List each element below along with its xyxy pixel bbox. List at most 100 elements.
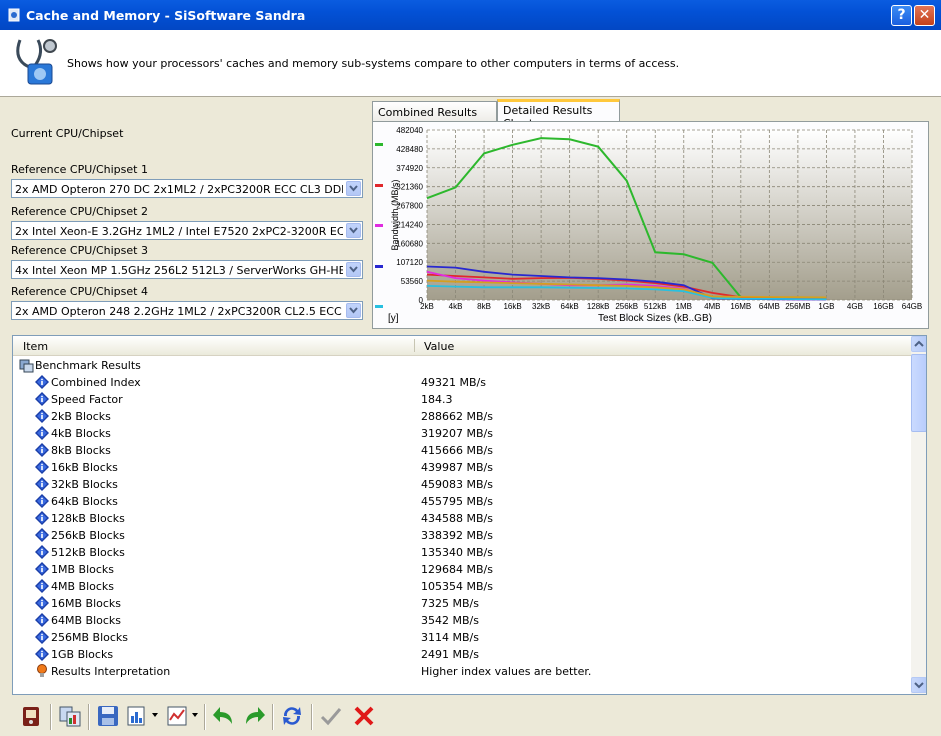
scroll-up-button[interactable]	[911, 336, 926, 352]
item-label: 256kB Blocks	[51, 529, 125, 542]
item-value: 49321 MB/s	[421, 376, 486, 389]
list-item[interactable]: 512kB Blocks 135340 MB/s	[13, 544, 911, 561]
column-separator[interactable]	[414, 339, 415, 352]
vertical-scrollbar[interactable]	[911, 336, 926, 694]
chevron-down-icon[interactable]	[346, 181, 361, 196]
list-item[interactable]: 64kB Blocks 455795 MB/s	[13, 493, 911, 510]
forward-icon[interactable]	[242, 704, 266, 728]
info-icon	[35, 375, 49, 389]
reference-1-label: Reference CPU/Chipset 1	[11, 163, 148, 176]
item-label: 8kB Blocks	[51, 444, 111, 457]
list-item[interactable]: 4MB Blocks 105354 MB/s	[13, 578, 911, 595]
list-item[interactable]: Speed Factor 184.3	[13, 391, 911, 408]
x-tick-label: 32kB	[532, 302, 550, 311]
x-tick-label: 64MB	[759, 302, 780, 311]
y-axis-label: Bandwidth (MB/s)	[390, 179, 400, 250]
x-tick-label: 256kB	[615, 302, 638, 311]
x-tick-label: 512kB	[644, 302, 667, 311]
info-icon	[35, 613, 49, 627]
list-item[interactable]: 256kB Blocks 338392 MB/s	[13, 527, 911, 544]
list-item[interactable]: 32kB Blocks 459083 MB/s	[13, 476, 911, 493]
list-item[interactable]: 1MB Blocks 129684 MB/s	[13, 561, 911, 578]
item-value: 105354 MB/s	[421, 580, 493, 593]
legend-swatch-3	[375, 224, 383, 227]
scroll-thumb[interactable]	[911, 354, 926, 432]
y-tick-label: 428480	[396, 145, 423, 154]
results-listview[interactable]: Item Value Benchmark Results Combined In…	[12, 335, 927, 695]
list-item[interactable]: 16MB Blocks 7325 MB/s	[13, 595, 911, 612]
interpretation-label: Results Interpretation	[51, 665, 171, 678]
help-button[interactable]: ?	[891, 5, 912, 26]
tab-combined-results[interactable]: Combined Results Chart	[372, 101, 497, 132]
item-value: 288662 MB/s	[421, 410, 493, 423]
item-label: 16kB Blocks	[51, 461, 118, 474]
close-button[interactable]: ✕	[914, 5, 935, 26]
report-icon[interactable]	[19, 704, 43, 728]
chevron-down-icon[interactable]	[192, 713, 198, 717]
toolbar-separator	[204, 704, 206, 730]
list-item[interactable]: 4kB Blocks 319207 MB/s	[13, 425, 911, 442]
chart-icon[interactable]	[126, 704, 150, 728]
toolbar-separator	[50, 704, 52, 730]
column-value[interactable]: Value	[424, 340, 454, 353]
legend-swatch-5	[375, 305, 383, 308]
list-item[interactable]: 64MB Blocks 3542 MB/s	[13, 612, 911, 629]
info-icon	[35, 545, 49, 559]
y-tick-labels: 482040 428480 374920 321360 267800 214240 1606…	[396, 126, 423, 305]
item-label: 1MB Blocks	[51, 563, 115, 576]
list-item[interactable]: Combined Index 49321 MB/s	[13, 374, 911, 391]
reference-1-select[interactable]: 2x AMD Opteron 270 DC 2x1ML2 / 2xPC3200R…	[11, 179, 363, 198]
info-icon	[35, 460, 49, 474]
item-value: 184.3	[421, 393, 453, 406]
list-item[interactable]: 128kB Blocks 434588 MB/s	[13, 510, 911, 527]
list-item[interactable]: 1GB Blocks 2491 MB/s	[13, 646, 911, 663]
item-value: 3114 MB/s	[421, 631, 479, 644]
info-icon	[35, 511, 49, 525]
reference-4-select[interactable]: 2x AMD Opteron 248 2.2GHz 1ML2 / 2xPC320…	[11, 301, 363, 320]
y-tick-label: 374920	[396, 164, 423, 173]
y-tick-label: 214240	[396, 220, 423, 229]
legend-swatch-1	[375, 143, 383, 146]
benchmark-results-icon	[19, 359, 34, 373]
x-tick-label: 4MB	[704, 302, 720, 311]
back-icon[interactable]	[212, 704, 236, 728]
list-item[interactable]: 256MB Blocks 3114 MB/s	[13, 629, 911, 646]
refresh-icon[interactable]	[280, 704, 304, 728]
item-label: 64kB Blocks	[51, 495, 118, 508]
interpretation-row[interactable]: Results Interpretation Higher index valu…	[13, 663, 911, 680]
detailed-results-chart: 482040 428480 374920 321360 267800 214240 1606…	[388, 126, 922, 324]
graph-icon[interactable]	[166, 704, 190, 728]
save-icon[interactable]	[96, 704, 120, 728]
column-item[interactable]: Item	[23, 340, 48, 353]
chevron-down-icon[interactable]	[346, 303, 361, 318]
item-value: 338392 MB/s	[421, 529, 493, 542]
group-row[interactable]: Benchmark Results	[13, 357, 911, 374]
list-item[interactable]: 2kB Blocks 288662 MB/s	[13, 408, 911, 425]
reference-2-select[interactable]: 2x Intel Xeon-E 3.2GHz 1ML2 / Intel E752…	[11, 221, 363, 240]
chevron-down-icon[interactable]	[346, 223, 361, 238]
x-tick-label: 16kB	[503, 302, 521, 311]
y-tick-label: 53560	[401, 277, 424, 286]
tab-detailed-results[interactable]: Detailed Results Chart	[497, 99, 620, 130]
item-value: 319207 MB/s	[421, 427, 493, 440]
toolbar-separator	[272, 704, 274, 730]
item-label: Combined Index	[51, 376, 141, 389]
compare-icon[interactable]	[58, 704, 82, 728]
header-description: Shows how your processors' caches and me…	[67, 57, 680, 70]
info-icon	[35, 409, 49, 423]
reference-3-select[interactable]: 4x Intel Xeon MP 1.5GHz 256L2 512L3 / Se…	[11, 260, 363, 279]
ok-icon[interactable]	[319, 704, 343, 728]
reference-4-label: Reference CPU/Chipset 4	[11, 285, 148, 298]
list-item[interactable]: 16kB Blocks 439987 MB/s	[13, 459, 911, 476]
cancel-icon[interactable]	[352, 704, 376, 728]
x-tick-label: 1GB	[818, 302, 834, 311]
chevron-down-icon[interactable]	[346, 262, 361, 277]
info-icon	[35, 528, 49, 542]
header-panel: Shows how your processors' caches and me…	[0, 30, 941, 97]
scroll-down-button[interactable]	[911, 677, 926, 693]
title-bar: Cache and Memory - SiSoftware Sandra ? ✕	[0, 0, 941, 30]
list-item[interactable]: 8kB Blocks 415666 MB/s	[13, 442, 911, 459]
item-label: Speed Factor	[51, 393, 123, 406]
x-tick-label: 1MB	[676, 302, 692, 311]
chevron-down-icon[interactable]	[152, 713, 158, 717]
